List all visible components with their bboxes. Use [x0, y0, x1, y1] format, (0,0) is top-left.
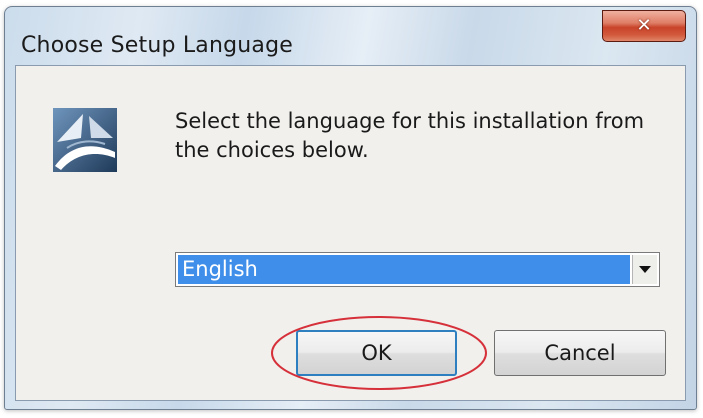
language-select-value[interactable]: English — [178, 255, 630, 284]
window-title: Choose Setup Language — [21, 33, 294, 58]
setup-language-window: Choose Setup Language ✕ Select the langu… — [4, 6, 697, 410]
title-bar[interactable]: Choose Setup Language ✕ — [5, 7, 696, 65]
cancel-button[interactable]: Cancel — [494, 330, 666, 376]
language-select[interactable]: English — [175, 252, 660, 287]
setup-app-logo — [53, 108, 117, 172]
close-icon: ✕ — [636, 15, 652, 36]
chevron-down-icon — [639, 266, 651, 273]
language-dropdown-button[interactable] — [632, 255, 657, 284]
dialog-body: Select the language for this installatio… — [15, 65, 686, 401]
ok-button[interactable]: OK — [296, 330, 457, 376]
close-button[interactable]: ✕ — [602, 10, 686, 42]
instruction-text: Select the language for this installatio… — [175, 109, 645, 162]
